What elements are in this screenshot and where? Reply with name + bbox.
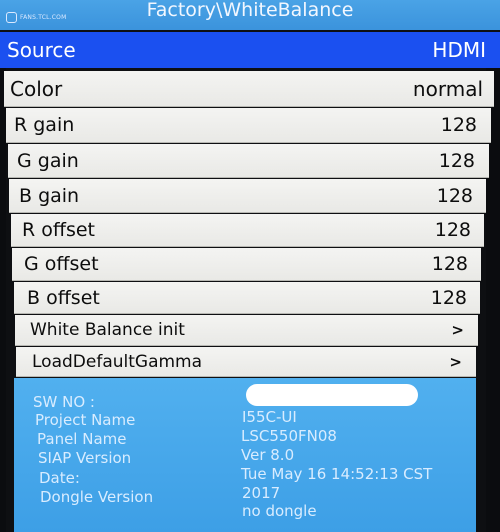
page-title: Factory\WhiteBalance [146, 0, 354, 21]
menu-item-g-gain[interactable]: G gain 128 [8, 144, 489, 178]
source-value: HDMI [432, 38, 486, 62]
project-name-value: I55C-UI [242, 408, 297, 426]
menu-item-value: 128 [431, 253, 468, 275]
menu-item-label: R gain [14, 114, 75, 136]
redacted-sw-number [246, 384, 418, 406]
menu-item-label: B gain [19, 184, 80, 207]
menu-item-label: LoadDefaultGamma [32, 351, 203, 372]
menu-item-r-gain[interactable]: R gain 128 [6, 108, 491, 143]
menu-item-value: 128 [430, 286, 467, 309]
menu-item-value: 128 [434, 219, 471, 241]
date-label: Date: [39, 469, 80, 487]
menu-item-white-balance-init[interactable]: White Balance init > [15, 315, 478, 346]
menu-item-b-offset[interactable]: B offset 128 [14, 282, 480, 314]
chevron-right-icon: > [449, 352, 462, 371]
menu-item-label: White Balance init [30, 320, 185, 340]
dongle-version-label: Dongle Version [40, 488, 154, 506]
menu-item-label: Color [10, 76, 63, 101]
sw-no-label: SW NO : [33, 393, 95, 411]
chevron-right-icon: > [451, 321, 464, 339]
menu-item-b-gain[interactable]: B gain 128 [9, 179, 486, 213]
menu-item-source[interactable]: Source HDMI [0, 32, 500, 68]
menu-item-label: B offset [27, 286, 100, 309]
watermark: FANS.TCL.COM [6, 12, 66, 23]
siap-version-label: SIAP Version [38, 449, 132, 467]
title-bar: Factory\WhiteBalance FANS.TCL.COM [0, 0, 500, 30]
menu-item-value: normal [412, 76, 483, 101]
menu-item-value: 128 [436, 184, 473, 207]
project-name-label: Project Name [35, 411, 136, 429]
menu-item-load-default-gamma[interactable]: LoadDefaultGamma > [16, 347, 476, 377]
menu-item-g-offset[interactable]: G offset 128 [12, 248, 481, 281]
factory-menu-screen: Factory\WhiteBalance FANS.TCL.COM Source… [0, 0, 500, 532]
dongle-version-value: no dongle [242, 502, 317, 520]
menu-item-label: G offset [24, 253, 99, 275]
date-value-line1: Tue May 16 14:52:13 CST [241, 465, 433, 483]
siap-version-value: Ver 8.0 [241, 446, 295, 464]
panel-name-label: Panel Name [37, 430, 127, 448]
date-value-line2: 2017 [242, 484, 281, 502]
software-info-panel: SW NO : Project Name I55C-UI Panel Name … [14, 378, 476, 532]
menu-item-label: R offset [22, 219, 95, 241]
menu-item-r-offset[interactable]: R offset 128 [11, 214, 484, 247]
menu-item-value: 128 [438, 149, 475, 172]
watermark-text: FANS.TCL.COM [20, 14, 67, 21]
menu-item-label: G gain [17, 149, 79, 172]
panel-name-value: LSC550FN08 [241, 427, 337, 445]
tcl-logo-icon [6, 12, 17, 23]
menu-item-color[interactable]: Color normal [4, 71, 494, 107]
source-label: Source [7, 38, 76, 62]
menu-item-value: 128 [440, 114, 477, 136]
